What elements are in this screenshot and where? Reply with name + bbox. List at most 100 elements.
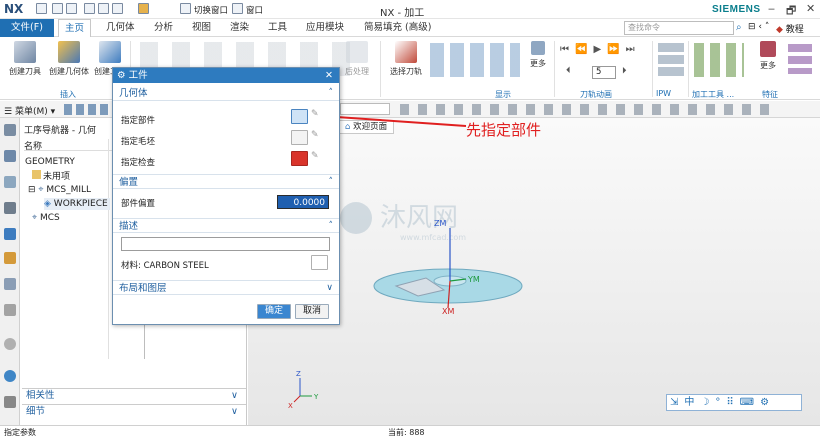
switch-window-label[interactable]: 切换窗口 bbox=[194, 4, 228, 16]
select-toolpath-button[interactable]: 选择刀轨 bbox=[386, 41, 426, 77]
section-offset[interactable]: 偏置 ˄ bbox=[113, 174, 339, 189]
paste-icon[interactable] bbox=[112, 3, 123, 14]
tree-row-workpiece[interactable]: ◈ WORKPIECE bbox=[44, 198, 110, 210]
tab-easy-fill[interactable]: 简易填充 (高级) bbox=[358, 19, 437, 37]
machine-tool-navigator-icon[interactable] bbox=[4, 252, 16, 264]
cut-icon[interactable] bbox=[98, 3, 109, 14]
constraint-navigator-icon[interactable] bbox=[4, 202, 16, 214]
switch-window-icon[interactable] bbox=[180, 3, 191, 14]
menu-button[interactable]: ☰ 菜单(M) ▾ bbox=[4, 104, 55, 117]
close-button[interactable]: ✕ bbox=[806, 2, 815, 15]
part-offset-input[interactable]: 0.0000 bbox=[277, 195, 329, 209]
tab-applications[interactable]: 应用模块 bbox=[300, 19, 350, 37]
svg-text:www.mfcad.com: www.mfcad.com bbox=[400, 233, 466, 242]
section-geometry-label: 几何体 bbox=[119, 88, 148, 99]
close-icon[interactable]: ✕ bbox=[325, 68, 333, 83]
create-tool-button[interactable]: 创建刀具 bbox=[4, 41, 46, 77]
tree-row-label: MCS bbox=[39, 213, 60, 223]
flashlight-icon[interactable]: ✎ bbox=[311, 130, 328, 145]
model-icon[interactable] bbox=[138, 3, 149, 14]
dialog-title: 工件 bbox=[128, 70, 148, 81]
history-icon[interactable] bbox=[4, 338, 16, 350]
create-tool-label: 创建刀具 bbox=[9, 67, 41, 76]
feature-button[interactable]: 更多 bbox=[756, 41, 780, 71]
copy-icon[interactable] bbox=[84, 3, 95, 14]
dependencies-panel[interactable]: 相关性 ∨ bbox=[22, 388, 246, 402]
flashlight-icon[interactable]: ✎ bbox=[311, 151, 328, 166]
feature-tools[interactable] bbox=[788, 44, 812, 74]
assembly-navigator-icon[interactable] bbox=[4, 150, 16, 162]
tree-row-unused[interactable]: 未用项 bbox=[32, 170, 70, 182]
more-display-button[interactable]: 更多 bbox=[526, 41, 550, 69]
specify-blank-button[interactable] bbox=[291, 130, 308, 145]
tab-file[interactable]: 文件(F) bbox=[0, 19, 54, 37]
undo-icon[interactable] bbox=[52, 3, 63, 14]
view-triad: Z X Y bbox=[288, 370, 319, 410]
specify-check-button[interactable] bbox=[291, 151, 308, 166]
section-geometry[interactable]: 几何体 ˄ bbox=[113, 86, 339, 101]
tree-row-mcs[interactable]: ⌖ MCS bbox=[32, 212, 60, 224]
search-icon[interactable]: ⌕ bbox=[736, 22, 742, 33]
tab-analysis[interactable]: 分析 bbox=[148, 19, 179, 37]
flashlight-icon[interactable]: ✎ bbox=[311, 109, 328, 124]
machining-feature-icon[interactable] bbox=[4, 278, 16, 290]
animation-controls[interactable]: ⏮⏪▶⏩⏭ bbox=[560, 44, 650, 56]
ipw-tools[interactable] bbox=[658, 43, 684, 77]
part-navigator-icon[interactable] bbox=[4, 176, 16, 188]
group-insert: 插入 bbox=[60, 90, 76, 99]
cancel-button[interactable]: 取消 bbox=[295, 304, 329, 319]
tree-row-mcs-mill[interactable]: ⊟ ⌖ MCS_MILL bbox=[28, 184, 91, 196]
more-feature-label: 更多 bbox=[760, 61, 776, 70]
operation-navigator-icon[interactable] bbox=[4, 228, 16, 240]
ribbon-separator bbox=[554, 41, 555, 97]
csys-icon: ⌖ bbox=[38, 185, 44, 195]
reuse-library-icon[interactable] bbox=[4, 304, 16, 316]
post-process-icon bbox=[346, 41, 368, 63]
create-tool-icon bbox=[14, 41, 36, 63]
save-icon[interactable] bbox=[36, 3, 47, 14]
description-input[interactable] bbox=[121, 237, 330, 251]
animation-speed-input[interactable]: 5 bbox=[592, 66, 616, 79]
settings-icon[interactable] bbox=[4, 124, 16, 136]
details-panel[interactable]: 细节 ∨ bbox=[22, 404, 246, 418]
workpiece-icon: ◈ bbox=[44, 199, 51, 209]
wrench-icon[interactable] bbox=[311, 255, 328, 270]
csys-icon: ⌖ bbox=[32, 213, 38, 223]
more-display-label: 更多 bbox=[530, 59, 546, 68]
section-description[interactable]: 描述 ˄ bbox=[113, 218, 339, 233]
tab-view[interactable]: 视图 bbox=[186, 19, 217, 37]
redo-icon[interactable] bbox=[66, 3, 77, 14]
dialog-title-bar[interactable]: ⚙ 工件 ✕ bbox=[113, 68, 339, 83]
tutorial-link[interactable]: ◆ 教程 bbox=[776, 22, 804, 35]
web-browser-icon[interactable] bbox=[4, 370, 16, 382]
tab-tools[interactable]: 工具 bbox=[262, 19, 293, 37]
step-forward-icon[interactable]: ⏵ bbox=[622, 66, 627, 76]
specify-check-label: 指定检查 bbox=[121, 158, 156, 168]
roles-icon[interactable] bbox=[4, 396, 16, 408]
minimize-ribbon-icon[interactable]: ⊟ ‹ ˄ bbox=[748, 22, 769, 32]
command-search-input[interactable]: 查找命令 bbox=[624, 21, 734, 35]
tab-render[interactable]: 渲染 bbox=[224, 19, 255, 37]
menu-label: 菜单(M) bbox=[14, 107, 48, 117]
minimize-button[interactable]: ‒ bbox=[768, 2, 775, 15]
display-tools[interactable] bbox=[430, 43, 520, 77]
step-back-icon[interactable]: ⏴ bbox=[566, 66, 580, 78]
chevron-up-icon: ˄ bbox=[328, 88, 334, 98]
tab-home[interactable]: 主页 bbox=[58, 19, 92, 37]
create-geometry-button[interactable]: 创建几何体 bbox=[46, 41, 92, 77]
window-icon[interactable] bbox=[232, 3, 243, 14]
post-process-button[interactable]: 后处理 bbox=[340, 41, 374, 77]
tab-geometry[interactable]: 几何体 bbox=[100, 19, 141, 37]
group-feature: 特征 bbox=[762, 90, 778, 99]
ok-button[interactable]: 确定 bbox=[257, 304, 291, 319]
annotation-text: 先指定部件 bbox=[466, 121, 542, 139]
window-label[interactable]: 窗口 bbox=[246, 4, 263, 16]
triad-z-label: Z bbox=[296, 370, 301, 378]
select-toolpath-icon bbox=[395, 41, 417, 63]
section-layout-layers[interactable]: 布局和图层 ∨ bbox=[113, 280, 339, 295]
input-method-toolbar[interactable]: ⇲中☽°⠿⌨⚙ bbox=[666, 394, 802, 411]
selection-filter-icons[interactable] bbox=[64, 104, 110, 115]
tree-row-geometry[interactable]: GEOMETRY bbox=[25, 156, 75, 168]
machining-tools[interactable] bbox=[694, 43, 744, 77]
specify-part-button[interactable] bbox=[291, 109, 308, 124]
